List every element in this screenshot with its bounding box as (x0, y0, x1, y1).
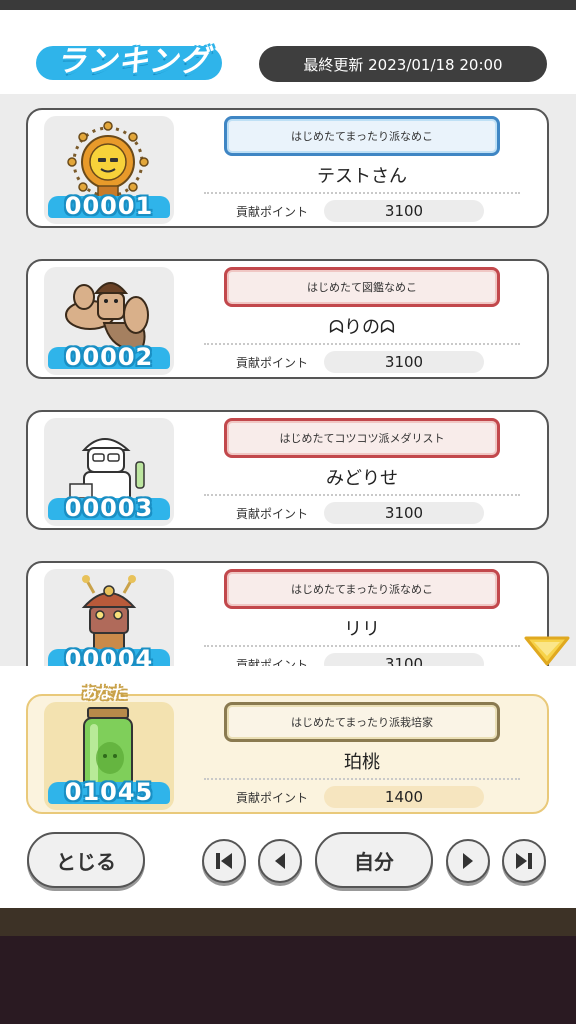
ranking-row[interactable]: 00003 はじめたてコツコツ派メダリスト みどりせ 貢献ポイント 3100 (26, 410, 549, 530)
player-name: テストさん (317, 166, 407, 187)
divider (204, 343, 520, 345)
next-page-button[interactable] (446, 839, 490, 883)
close-button[interactable]: とじる (27, 832, 145, 888)
points-value: 3100 (324, 502, 484, 524)
rank-number: 00002 (64, 343, 154, 371)
divider (204, 645, 520, 647)
last-updated: 最終更新 2023/01/18 20:00 (259, 46, 547, 82)
points-label: 貢献ポイント (236, 658, 309, 666)
background-scene (0, 908, 576, 1024)
ranking-row[interactable]: 00001 はじめたてまったり派なめこ テストさん 貢献ポイント 3100 (26, 108, 549, 228)
player-name: リリ (344, 619, 380, 640)
points-label: 貢献ポイント (236, 205, 309, 219)
my-rank-button[interactable]: 自分 (315, 832, 433, 888)
points-value: 3100 (324, 200, 484, 222)
scroll-down-icon[interactable] (524, 636, 570, 666)
page-title: ランキング (56, 44, 211, 79)
rank-number: 01045 (64, 778, 154, 806)
next-icon (463, 853, 473, 869)
prev-page-button[interactable] (258, 839, 302, 883)
skip-last-icon (516, 853, 532, 869)
player-name: みどりせ (326, 468, 398, 489)
avatar: 00001 (44, 116, 174, 224)
ranking-row[interactable]: 00002 はじめたて図鑑なめこ ᗣりのᗣ 貢献ポイント 3100 (26, 259, 549, 379)
player-name: ᗣりのᗣ (329, 317, 395, 338)
avatar: 00004 (44, 569, 174, 666)
rank-number: 00003 (64, 494, 154, 522)
ranking-header: ランキング 最終更新 2023/01/18 20:00 (0, 10, 576, 94)
points-label: 貢献ポイント (236, 356, 309, 370)
rank-number: 00001 (64, 192, 154, 220)
points-label: 貢献ポイント (236, 507, 309, 521)
scene-floor (0, 908, 576, 936)
ranking-list[interactable]: 00001 はじめたてまったり派なめこ テストさん 貢献ポイント 3100 00… (0, 94, 576, 666)
title-badge: はじめたてまったり派なめこ (224, 116, 500, 156)
skip-first-icon (216, 853, 232, 869)
prev-icon (275, 853, 285, 869)
divider (204, 778, 520, 780)
title-badge: はじめたてまったり派なめこ (224, 569, 500, 609)
avatar: 01045 (44, 702, 174, 810)
points-label: 貢献ポイント (236, 791, 309, 805)
title-badge: はじめたてまったり派栽培家 (224, 702, 500, 742)
divider (204, 192, 520, 194)
you-label: あなた (82, 684, 128, 702)
rank-number: 00004 (64, 645, 154, 666)
points-value: 1400 (324, 786, 484, 808)
last-page-button[interactable] (502, 839, 546, 883)
avatar: 00002 (44, 267, 174, 375)
status-bar (0, 0, 576, 10)
divider (204, 494, 520, 496)
title-badge: はじめたて図鑑なめこ (224, 267, 500, 307)
points-value: 3100 (324, 653, 484, 666)
title-badge: はじめたてコツコツ派メダリスト (224, 418, 500, 458)
ranking-row[interactable]: 00004 はじめたてまったり派なめこ リリ 貢献ポイント 3100 (26, 561, 549, 666)
my-rank-row[interactable]: 01045 はじめたてまったり派栽培家 珀桃 貢献ポイント 1400 (26, 694, 549, 814)
player-name: 珀桃 (344, 752, 380, 773)
first-page-button[interactable] (202, 839, 246, 883)
avatar: 00003 (44, 418, 174, 526)
points-value: 3100 (324, 351, 484, 373)
